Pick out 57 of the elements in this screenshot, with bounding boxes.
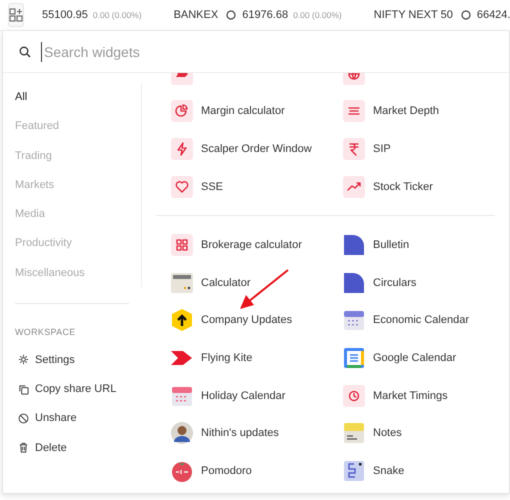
widget-name[interactable]: Calculator xyxy=(201,276,251,289)
widget-name[interactable]: Google Calendar xyxy=(373,352,456,364)
widget-name[interactable]: Company Updates xyxy=(201,314,292,326)
calendar-icon xyxy=(171,384,193,407)
calendar-icon xyxy=(343,309,365,332)
widget-name[interactable]: Market Depth xyxy=(373,105,440,118)
gear-icon xyxy=(18,354,29,366)
widget-name[interactable]: Margin calculator xyxy=(201,105,285,118)
menu-item[interactable]: Delete xyxy=(35,442,67,454)
widget-name[interactable]: SIP xyxy=(373,142,391,155)
menu-item[interactable]: Settings xyxy=(35,354,75,366)
arrow-up-icon xyxy=(171,309,193,332)
widget-name[interactable]: Stock Ticker xyxy=(373,180,433,193)
section-heading: WORKSPACE xyxy=(14,326,77,340)
index-value: 55100.95 xyxy=(42,9,88,21)
menu-item[interactable]: Copy share URL xyxy=(35,383,116,396)
ban-icon xyxy=(18,412,29,424)
index-change: 0.00 (0.00%) xyxy=(92,10,142,20)
widget-name[interactable]: Pomodoro xyxy=(201,464,252,477)
menu-item[interactable]: Unshare xyxy=(35,412,77,424)
notepad-icon xyxy=(343,422,365,444)
widget-name[interactable]: Flying Kite xyxy=(201,352,252,364)
lines-icon xyxy=(343,100,365,122)
trash-icon xyxy=(18,442,29,454)
circle-icon xyxy=(460,10,471,20)
widget-name[interactable]: Bulletin xyxy=(373,239,410,252)
avatar-icon xyxy=(171,422,193,444)
trend-up-icon xyxy=(343,176,365,198)
category-item[interactable]: All xyxy=(3,83,141,112)
rupee-icon xyxy=(343,138,365,160)
grid-icon xyxy=(171,234,193,256)
index-change: 0.00 (0.00%) xyxy=(293,10,342,20)
widget-name[interactable]: Nithin's updates xyxy=(201,427,279,440)
copy-icon xyxy=(18,384,29,395)
index-value: 61976.68 xyxy=(242,9,288,21)
widget-name[interactable]: SSE xyxy=(201,180,224,193)
index-name: BANKEX xyxy=(174,9,218,21)
widget-name[interactable]: Holiday Calendar xyxy=(201,390,286,402)
index-name: NIFTY NEXT 50 xyxy=(374,9,453,21)
calculator-icon xyxy=(171,272,193,294)
widget-name[interactable]: Market Timings xyxy=(373,390,448,402)
snake-icon xyxy=(343,460,365,482)
widget-name[interactable]: Economic Calendar xyxy=(373,314,469,326)
widget-name[interactable]: Notes xyxy=(373,427,402,440)
widget-name[interactable]: Snake xyxy=(373,464,404,477)
tomato-icon xyxy=(171,460,193,482)
calendar-icon xyxy=(343,346,365,369)
lightning-icon xyxy=(171,138,193,160)
widgets-button[interactable] xyxy=(8,3,24,27)
widget-name[interactable]: Scalper Order Window xyxy=(201,142,312,155)
clock-icon xyxy=(343,384,365,407)
circle-icon xyxy=(226,10,236,20)
search-icon xyxy=(19,46,31,58)
index-value: 66424. xyxy=(476,9,510,21)
widget-name[interactable]: Circulars xyxy=(373,276,416,289)
widget-name[interactable]: Brokerage calculator xyxy=(201,239,302,252)
pie-chart-icon xyxy=(171,100,193,122)
